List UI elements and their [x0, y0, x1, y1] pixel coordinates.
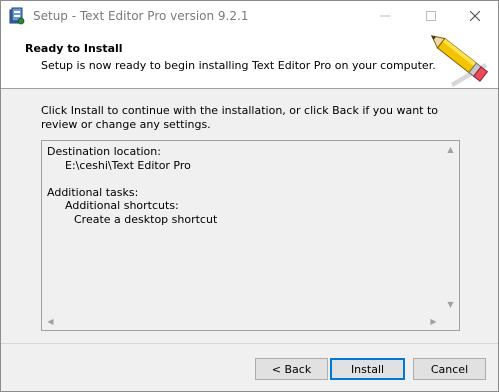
- page-title: Ready to Install: [25, 42, 123, 55]
- maximize-icon: [426, 11, 436, 21]
- setup-window: Setup - Text Editor Pro version 9.2.1 Re…: [0, 0, 499, 392]
- destination-label: Destination location:: [47, 145, 161, 158]
- intro-text: Click Install to continue with the insta…: [41, 104, 439, 131]
- scroll-left-icon[interactable]: ◀: [42, 313, 59, 330]
- memo-spacer: [47, 172, 217, 186]
- cancel-button[interactable]: Cancel: [413, 358, 486, 380]
- scroll-up-icon[interactable]: ▲: [442, 141, 459, 158]
- wizard-header: Ready to Install Setup is now ready to b…: [1, 31, 498, 89]
- setup-installer-icon: [9, 7, 25, 25]
- shortcuts-label: Additional shortcuts:: [65, 199, 179, 212]
- minimize-icon: [380, 15, 390, 17]
- shortcut-item: Create a desktop shortcut: [74, 212, 218, 226]
- ready-memo[interactable]: Destination location: E:\ceshi\Text Edit…: [41, 140, 460, 331]
- memo-content: Destination location: E:\ceshi\Text Edit…: [47, 145, 217, 226]
- scrollbar-corner: [442, 313, 459, 330]
- scroll-down-icon[interactable]: ▼: [442, 296, 459, 313]
- horizontal-scrollbar[interactable]: ◀ ▶: [42, 313, 442, 330]
- destination-value: E:\ceshi\Text Editor Pro: [65, 158, 191, 172]
- maximize-button[interactable]: [408, 1, 454, 31]
- vertical-scrollbar[interactable]: ▲ ▼: [442, 141, 459, 313]
- window-title: Setup - Text Editor Pro version 9.2.1: [33, 9, 249, 23]
- close-button[interactable]: [452, 1, 498, 31]
- page-subtitle: Setup is now ready to begin installing T…: [41, 59, 436, 72]
- footer-divider: [1, 343, 498, 344]
- minimize-button[interactable]: [362, 1, 408, 31]
- back-button[interactable]: < Back: [255, 358, 328, 380]
- install-button[interactable]: Install: [330, 358, 405, 380]
- tasks-label: Additional tasks:: [47, 185, 139, 199]
- title-bar[interactable]: Setup - Text Editor Pro version 9.2.1: [1, 1, 498, 31]
- scroll-right-icon[interactable]: ▶: [425, 313, 442, 330]
- close-icon: [470, 11, 480, 21]
- pencil-icon: [429, 33, 493, 87]
